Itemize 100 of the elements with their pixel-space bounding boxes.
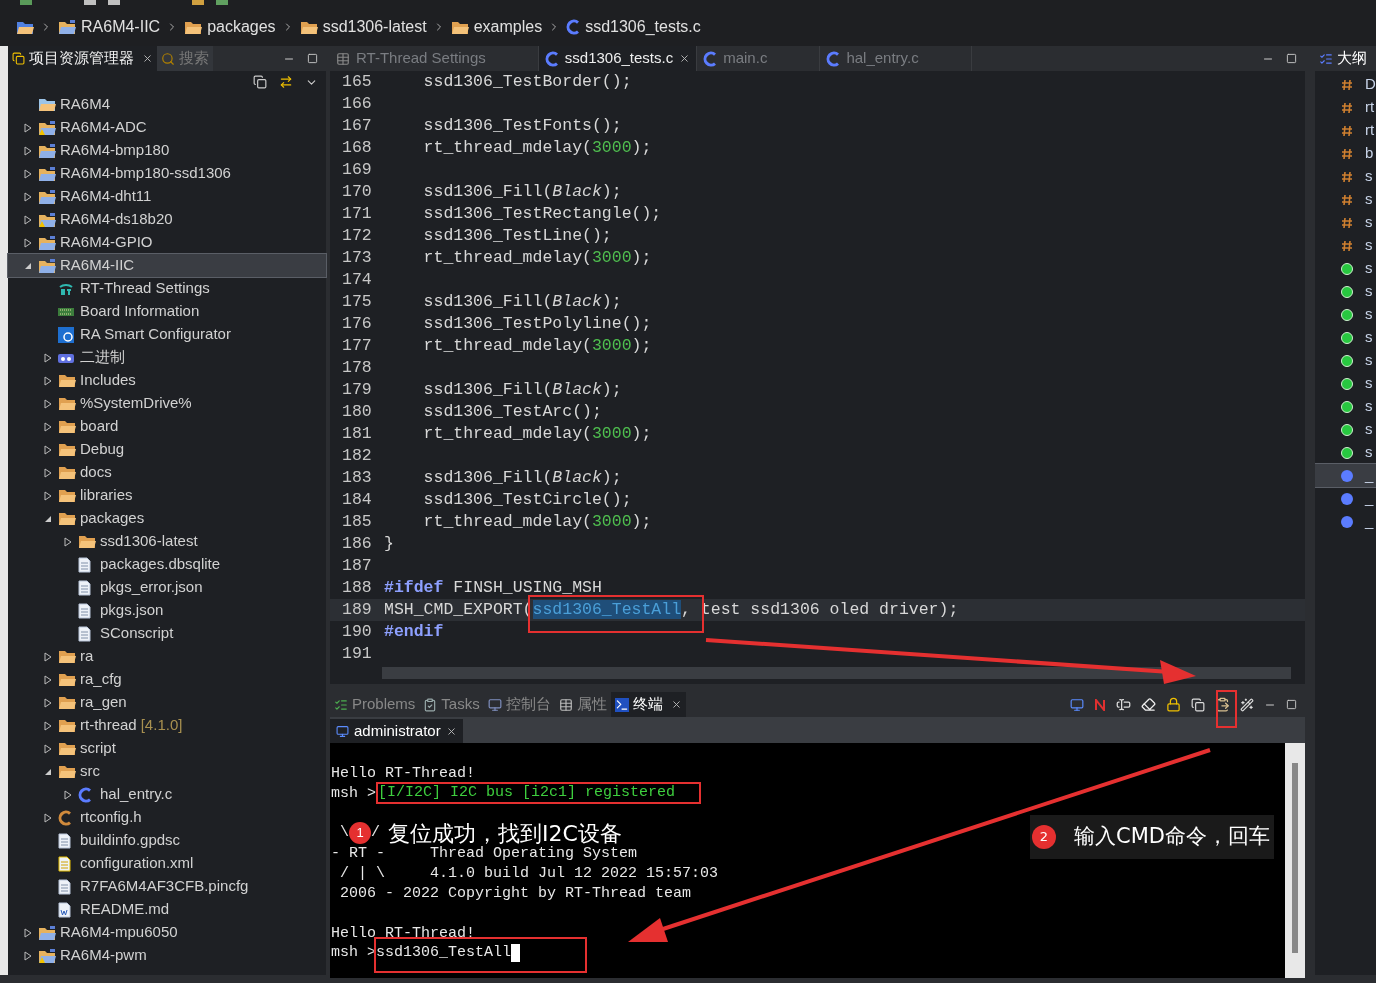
tree-item[interactable]: Includes (8, 369, 326, 392)
tree-item[interactable]: docs (8, 461, 326, 484)
outline-item[interactable]: s (1315, 211, 1376, 234)
outline-item[interactable]: _ (1315, 487, 1376, 510)
outline-item[interactable]: rt (1315, 119, 1376, 142)
panel-tab[interactable]: 属性 (554, 692, 611, 717)
close-icon[interactable] (142, 53, 153, 64)
tree-item[interactable]: RA6M4-IIC (8, 254, 326, 277)
tree-item[interactable]: script (8, 737, 326, 760)
tree-item[interactable]: RA6M4-mpu6050 (8, 921, 326, 944)
tree-item[interactable]: SConscript (8, 622, 326, 645)
collapsed-arrow-icon[interactable] (24, 950, 32, 961)
outline-item[interactable]: s (1315, 418, 1376, 441)
tree-item[interactable]: 二进制 (8, 346, 326, 369)
tree-item[interactable]: Debug (8, 438, 326, 461)
panel-tab[interactable]: Problems (330, 692, 420, 717)
close-icon[interactable] (679, 53, 691, 64)
outline-item[interactable]: s (1315, 303, 1376, 326)
collapsed-arrow-icon[interactable] (24, 145, 32, 156)
collapsed-arrow-icon[interactable] (24, 214, 32, 225)
tree-item[interactable]: RA6M4-ds18b20 (8, 208, 326, 231)
outline-item[interactable]: s (1315, 188, 1376, 211)
collapsed-arrow-icon[interactable] (44, 697, 52, 708)
editor-tab[interactable]: ssd1306_tests.c (538, 46, 698, 71)
breadcrumb-item[interactable]: packages (184, 15, 276, 39)
tree-item[interactable]: libraries (8, 484, 326, 507)
tree-item[interactable]: RA6M4-GPIO (8, 231, 326, 254)
tree-item[interactable]: packages.dbsqlite (8, 553, 326, 576)
collapsed-arrow-icon[interactable] (44, 444, 52, 455)
close-icon[interactable] (445, 725, 457, 737)
collapsed-arrow-icon[interactable] (24, 122, 32, 133)
code-editor[interactable] (330, 71, 1305, 684)
outline-item[interactable]: _ (1315, 510, 1376, 533)
tree-item[interactable]: RA6M4-pwm (8, 944, 326, 967)
panel-tab[interactable]: 项目资源管理器 (8, 46, 157, 71)
tree-item[interactable]: rtconfig.h (8, 806, 326, 829)
collapsed-arrow-icon[interactable] (44, 674, 52, 685)
collapsed-arrow-icon[interactable] (44, 421, 52, 432)
maximize-icon[interactable] (1286, 699, 1297, 710)
collapsed-arrow-icon[interactable] (44, 651, 52, 662)
copy-icon[interactable] (1191, 697, 1205, 712)
outline-item[interactable]: rt (1315, 96, 1376, 119)
outline-item[interactable]: _ (1315, 464, 1376, 487)
outline-item[interactable]: b (1315, 142, 1376, 165)
panel-tab[interactable]: 控制台 (483, 692, 555, 717)
tree-item[interactable]: ra_gen (8, 691, 326, 714)
outline-item[interactable]: s (1315, 349, 1376, 372)
outline-item[interactable]: s (1315, 372, 1376, 395)
collapsed-arrow-icon[interactable] (44, 812, 52, 823)
collapsed-arrow-icon[interactable] (64, 536, 72, 547)
collapsed-arrow-icon[interactable] (24, 168, 32, 179)
outline-item[interactable]: s (1315, 280, 1376, 303)
tree-item[interactable]: ra_cfg (8, 668, 326, 691)
tree-item[interactable]: ssd1306-latest (8, 530, 326, 553)
outline-item[interactable]: s (1315, 165, 1376, 188)
outline-item[interactable]: s (1315, 326, 1376, 349)
tree-item[interactable]: buildinfo.gpdsc (8, 829, 326, 852)
maximize-icon[interactable] (307, 53, 318, 64)
collapsed-arrow-icon[interactable] (44, 720, 52, 731)
tree-item[interactable]: hal_entry.c (8, 783, 326, 806)
paste-icon[interactable] (1215, 697, 1230, 712)
tree-item[interactable]: RA6M4-dht11 (8, 185, 326, 208)
collapsed-arrow-icon[interactable] (24, 191, 32, 202)
breadcrumb-item[interactable]: ssd1306-latest (299, 15, 427, 39)
panel-tab[interactable]: 终端 (610, 692, 686, 717)
outline-item[interactable]: D (1315, 73, 1376, 96)
breadcrumb-item[interactable]: examples (450, 15, 543, 39)
collapsed-arrow-icon[interactable] (44, 375, 52, 386)
collapsed-arrow-icon[interactable] (44, 398, 52, 409)
vertical-scrollbar[interactable] (1285, 743, 1305, 978)
collapsed-arrow-icon[interactable] (44, 490, 52, 501)
collapse-all-icon[interactable] (253, 75, 267, 89)
outline-item[interactable]: s (1315, 441, 1376, 464)
collapsed-arrow-icon[interactable] (24, 927, 32, 938)
eraser-icon[interactable] (1141, 697, 1156, 712)
tree-item[interactable]: ra (8, 645, 326, 668)
tree-item[interactable]: src (8, 760, 326, 783)
outline-item[interactable]: s (1315, 257, 1376, 280)
tree-item[interactable]: configuration.xml (8, 852, 326, 875)
session-tab[interactable]: administrator (330, 719, 463, 743)
outline-item[interactable]: s (1315, 234, 1376, 257)
collapsed-arrow-icon[interactable] (44, 467, 52, 478)
monitor-icon[interactable] (1070, 697, 1084, 712)
breadcrumb-item[interactable]: ssd1306_tests.c (566, 15, 701, 39)
tree-item[interactable]: Board Information (8, 300, 326, 323)
tree-item[interactable]: RT-Thread Settings (8, 277, 326, 300)
link-editor-icon[interactable] (279, 75, 293, 89)
close-icon[interactable] (670, 699, 682, 710)
collapsed-arrow-icon[interactable] (44, 352, 52, 363)
terminal-output[interactable] (330, 743, 1305, 978)
lock-icon[interactable] (1166, 697, 1181, 712)
rename-icon[interactable] (1116, 697, 1131, 712)
outline-item[interactable]: s (1315, 395, 1376, 418)
tree-item[interactable]: %SystemDrive% (8, 392, 326, 415)
horizontal-scrollbar[interactable] (382, 667, 1291, 679)
tree-item[interactable]: packages (8, 507, 326, 530)
maximize-icon[interactable] (1286, 53, 1297, 64)
collapsed-arrow-icon[interactable] (24, 237, 32, 248)
panel-tab[interactable]: Tasks (419, 692, 484, 717)
tree-item[interactable]: README.md (8, 898, 326, 921)
